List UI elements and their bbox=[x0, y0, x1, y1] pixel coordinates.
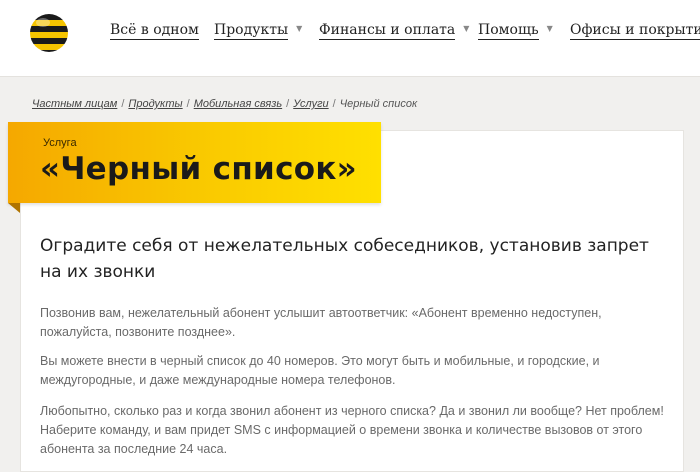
chevron-down-icon: ▼ bbox=[463, 24, 470, 33]
breadcrumb-current: Черный список bbox=[339, 98, 418, 110]
lead-text: Оградите себя от нежелательных собеседни… bbox=[40, 236, 649, 282]
breadcrumb-separator: / bbox=[286, 98, 290, 110]
nav-item-finance[interactable]: Финансы и оплата ▼ bbox=[319, 22, 469, 46]
breadcrumb-separator: / bbox=[332, 98, 336, 110]
page-title: «Черный список» bbox=[40, 151, 358, 187]
breadcrumb-link[interactable]: Продукты bbox=[128, 98, 182, 110]
nav-item-all-in-one[interactable]: Всё в одном bbox=[110, 22, 199, 46]
paragraph-limit: Вы можете внести в черный список до 40 н… bbox=[40, 354, 600, 387]
nav-item-offices[interactable]: Офисы и покрытие bbox=[570, 22, 700, 46]
banner-kicker: Услуга bbox=[43, 137, 77, 149]
paragraph-autoresponder: Позвонив вам, нежелательный абонент услы… bbox=[40, 306, 602, 339]
banner-fold bbox=[8, 203, 20, 213]
breadcrumb-separator: / bbox=[121, 98, 125, 110]
nav-item-label: Финансы и оплата bbox=[319, 22, 456, 40]
nav-item-help[interactable]: Помощь ▼ bbox=[478, 22, 553, 46]
nav-item-products[interactable]: Продукты ▼ bbox=[214, 22, 302, 46]
nav-item-label: Продукты bbox=[214, 22, 289, 40]
breadcrumb-link[interactable]: Услуги bbox=[293, 98, 328, 110]
nav-item-label: Всё в одном bbox=[110, 22, 199, 40]
chevron-down-icon: ▼ bbox=[296, 24, 303, 33]
breadcrumb-link[interactable]: Мобильная связь bbox=[194, 98, 282, 110]
breadcrumb-separator: / bbox=[186, 98, 190, 110]
breadcrumb: Частным лицам / Продукты / Мобильная связь / У… bbox=[32, 98, 417, 110]
paragraph-sms-report: Любопытно, сколько раз и когда звонил аб… bbox=[40, 404, 664, 456]
nav-item-label: Офисы и покрытие bbox=[570, 22, 700, 40]
chevron-down-icon: ▼ bbox=[546, 24, 553, 33]
site-header: Всё в одном Продукты ▼ Финансы и оплата ▼ … bbox=[0, 0, 700, 77]
nav-item-label: Помощь bbox=[478, 22, 539, 40]
main-nav: Всё в одном Продукты ▼ Финансы и оплата ▼ … bbox=[0, 22, 700, 46]
breadcrumb-link[interactable]: Частным лицам bbox=[32, 98, 117, 110]
